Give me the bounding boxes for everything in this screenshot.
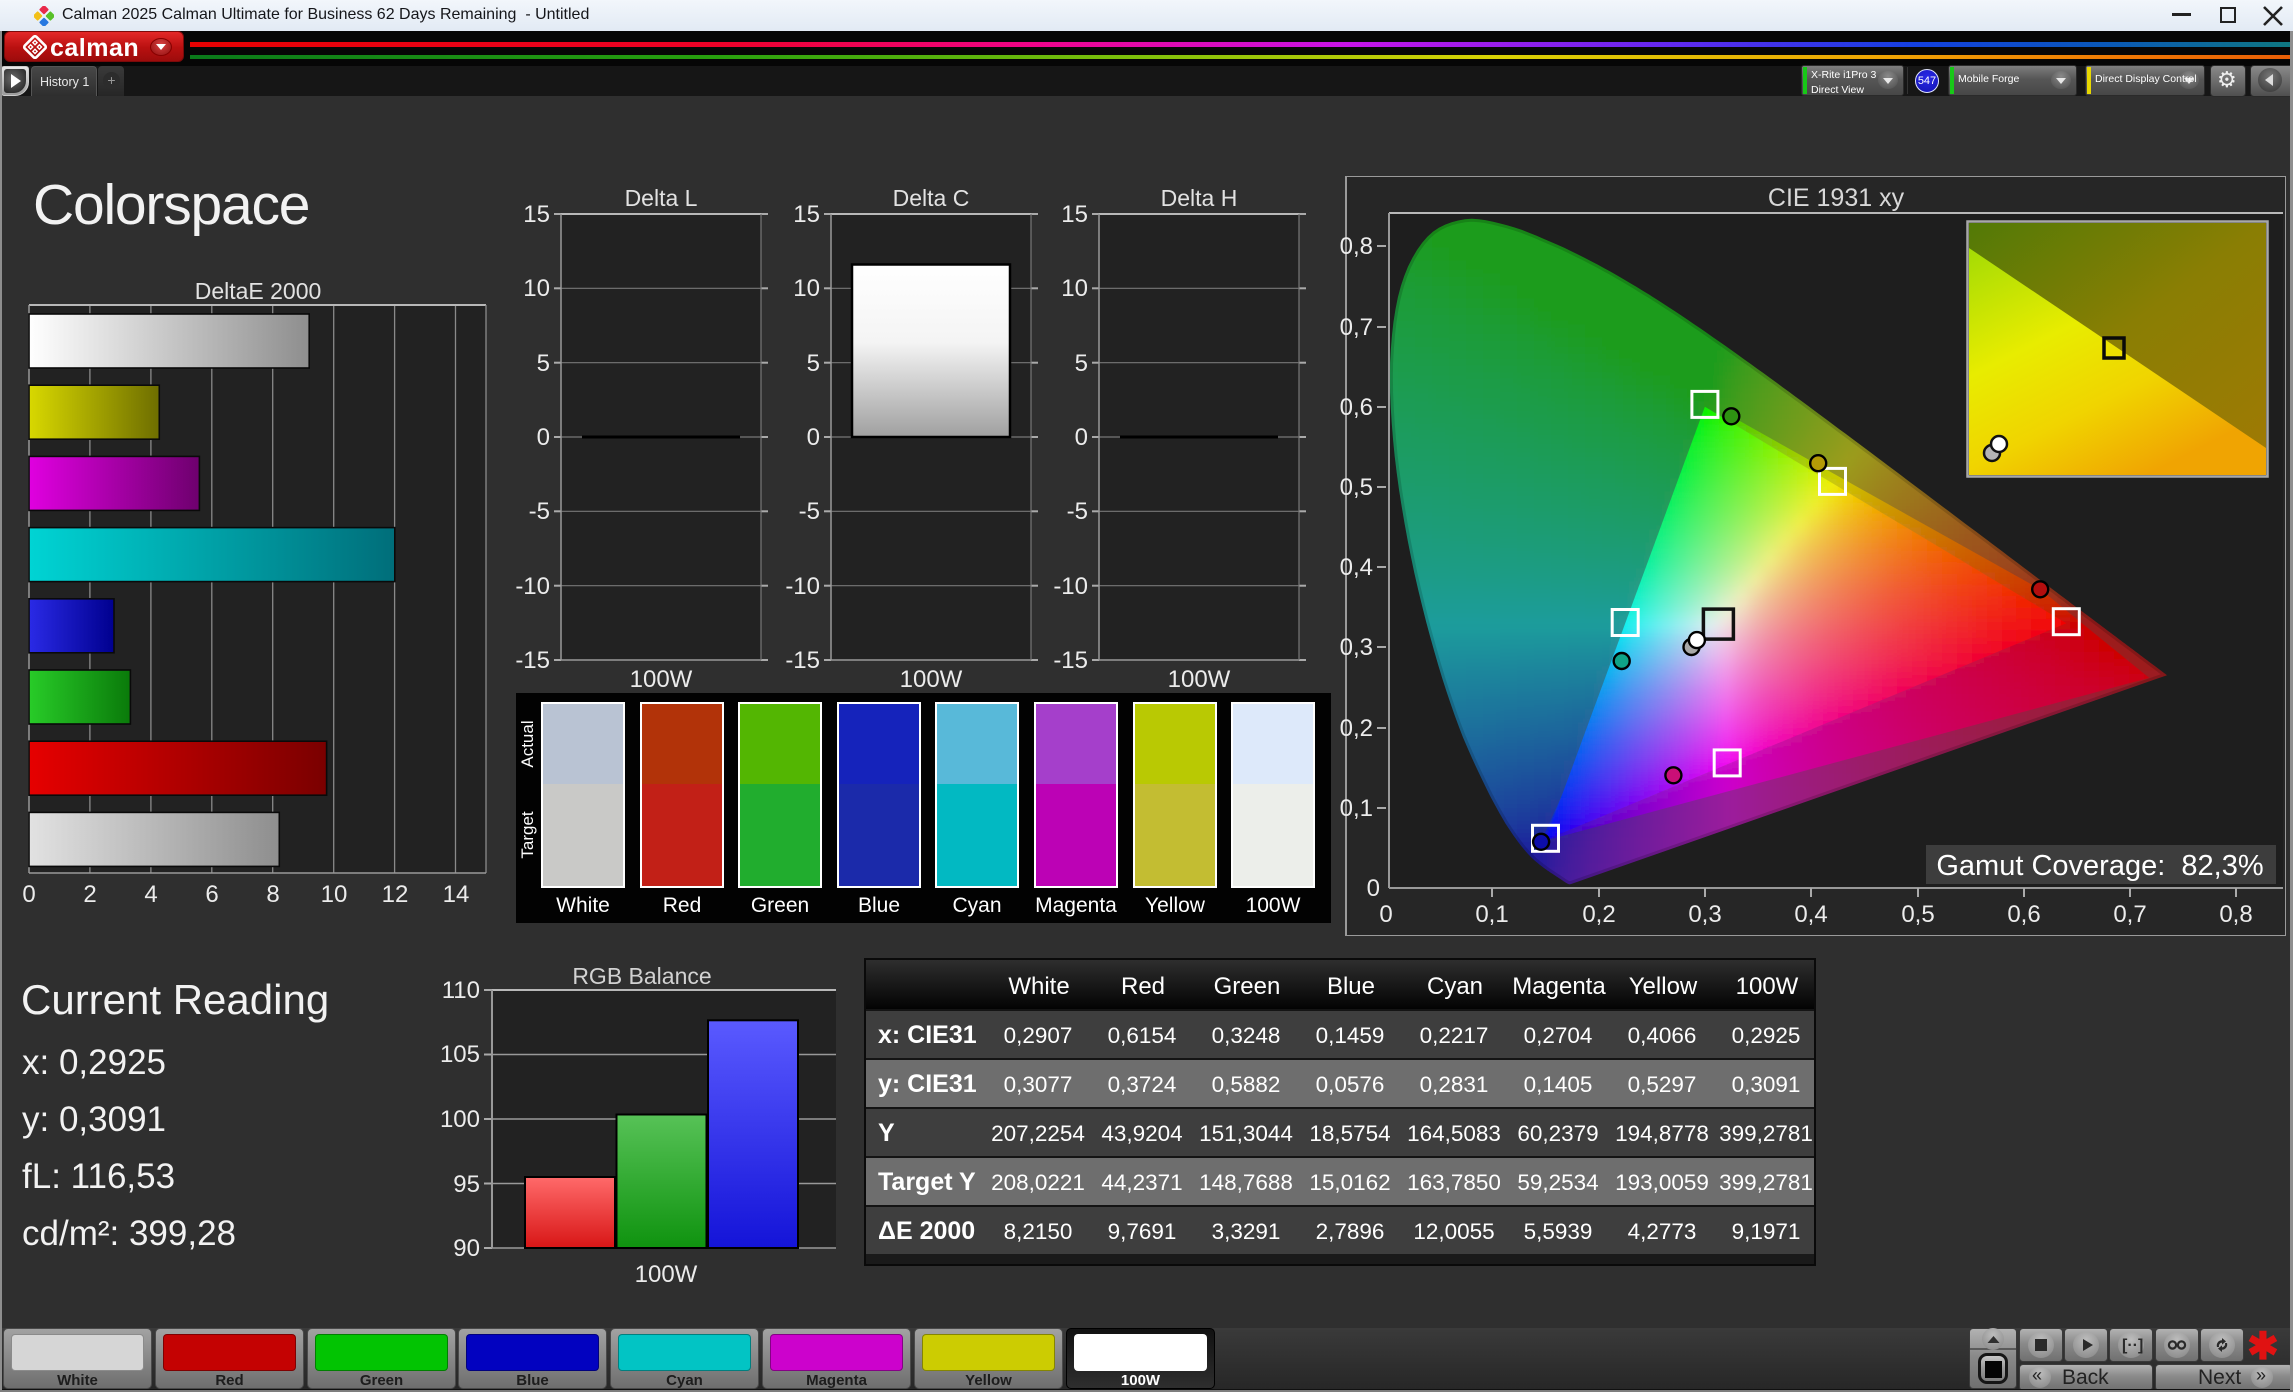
svg-text:0: 0 bbox=[1075, 424, 1088, 451]
svg-text:10: 10 bbox=[793, 275, 820, 302]
svg-text:0,7: 0,7 bbox=[1340, 314, 1373, 341]
svg-text:14: 14 bbox=[443, 881, 470, 908]
svg-text:6: 6 bbox=[205, 881, 218, 908]
svg-text:-5: -5 bbox=[1067, 498, 1088, 525]
svg-text:0,2: 0,2 bbox=[1340, 715, 1373, 742]
svg-text:0,3: 0,3 bbox=[1688, 901, 1721, 928]
svg-text:0: 0 bbox=[1379, 901, 1392, 928]
svg-text:Delta H: Delta H bbox=[1161, 185, 1238, 211]
svg-text:-15: -15 bbox=[515, 647, 550, 674]
svg-text:5: 5 bbox=[1075, 350, 1088, 377]
svg-text:10: 10 bbox=[523, 275, 550, 302]
svg-text:100W: 100W bbox=[630, 666, 693, 693]
svg-text:Delta L: Delta L bbox=[625, 185, 698, 211]
svg-text:0,8: 0,8 bbox=[2219, 901, 2252, 928]
svg-text:0,6: 0,6 bbox=[2007, 901, 2040, 928]
svg-text:8: 8 bbox=[266, 881, 279, 908]
svg-text:15: 15 bbox=[793, 201, 820, 228]
svg-text:0,8: 0,8 bbox=[1340, 233, 1373, 260]
svg-text:0,4: 0,4 bbox=[1340, 554, 1373, 581]
svg-text:0,3: 0,3 bbox=[1340, 634, 1373, 661]
svg-text:105: 105 bbox=[440, 1041, 480, 1068]
svg-text:-15: -15 bbox=[1053, 647, 1088, 674]
svg-text:5: 5 bbox=[807, 350, 820, 377]
svg-text:-5: -5 bbox=[799, 498, 820, 525]
svg-text:95: 95 bbox=[453, 1171, 480, 1198]
svg-text:0: 0 bbox=[807, 424, 820, 451]
svg-text:0: 0 bbox=[22, 881, 35, 908]
svg-text:100W: 100W bbox=[635, 1261, 698, 1288]
svg-text:12: 12 bbox=[382, 881, 409, 908]
svg-text:Delta C: Delta C bbox=[893, 185, 970, 211]
svg-text:100: 100 bbox=[440, 1106, 480, 1133]
svg-text:2: 2 bbox=[83, 881, 96, 908]
svg-text:DeltaE 2000: DeltaE 2000 bbox=[195, 278, 322, 304]
svg-text:0: 0 bbox=[537, 424, 550, 451]
svg-text:10: 10 bbox=[321, 881, 348, 908]
svg-text:0,5: 0,5 bbox=[1340, 474, 1373, 501]
svg-text:-10: -10 bbox=[785, 573, 820, 600]
svg-text:4: 4 bbox=[144, 881, 157, 908]
svg-text:5: 5 bbox=[537, 350, 550, 377]
svg-text:RGB Balance: RGB Balance bbox=[572, 963, 711, 989]
svg-text:0,1: 0,1 bbox=[1475, 901, 1508, 928]
svg-text:0,7: 0,7 bbox=[2113, 901, 2146, 928]
svg-text:0: 0 bbox=[1367, 875, 1380, 902]
svg-text:90: 90 bbox=[453, 1235, 480, 1262]
svg-text:110: 110 bbox=[442, 977, 480, 1004]
svg-text:0,1: 0,1 bbox=[1340, 795, 1373, 822]
svg-text:-15: -15 bbox=[785, 647, 820, 674]
svg-text:-5: -5 bbox=[529, 498, 550, 525]
svg-text:100W: 100W bbox=[900, 666, 963, 693]
svg-text:100W: 100W bbox=[1168, 666, 1231, 693]
svg-text:0,5: 0,5 bbox=[1901, 901, 1934, 928]
svg-text:Gamut Coverage: 82,3%: Gamut Coverage: 82,3% bbox=[1936, 850, 2263, 882]
svg-text:-10: -10 bbox=[515, 573, 550, 600]
svg-text:CIE 1931 xy: CIE 1931 xy bbox=[1768, 184, 1905, 212]
svg-text:15: 15 bbox=[1061, 201, 1088, 228]
svg-text:10: 10 bbox=[1061, 275, 1088, 302]
svg-text:0,4: 0,4 bbox=[1794, 901, 1827, 928]
svg-text:0,2: 0,2 bbox=[1582, 901, 1615, 928]
svg-text:-10: -10 bbox=[1053, 573, 1088, 600]
svg-text:0,6: 0,6 bbox=[1340, 394, 1373, 421]
svg-text:15: 15 bbox=[523, 201, 550, 228]
